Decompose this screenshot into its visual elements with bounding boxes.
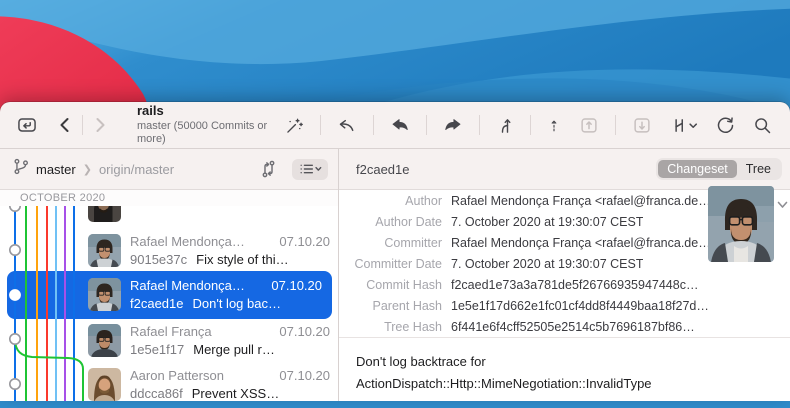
divider bbox=[82, 115, 83, 135]
field-label: Author bbox=[339, 194, 442, 208]
commit-author: Rafael Mendonça… bbox=[130, 277, 245, 295]
field-label: Author Date bbox=[339, 215, 442, 229]
field-label: Parent Hash bbox=[339, 299, 442, 313]
changeset-tab[interactable]: Changeset bbox=[658, 160, 736, 178]
chevron-right-icon: ❯ bbox=[83, 163, 92, 176]
chevron-down-icon[interactable] bbox=[777, 196, 788, 214]
view-options-button[interactable] bbox=[292, 159, 328, 180]
compare-branches-icon[interactable] bbox=[257, 159, 280, 179]
tree-tab[interactable]: Tree bbox=[737, 160, 780, 178]
repo-title: rails bbox=[137, 104, 279, 119]
commit-message: Merge pull r… bbox=[193, 341, 275, 359]
date-section-header: OCTOBER 2020 bbox=[0, 190, 338, 206]
commit-hash: 9015e37c bbox=[130, 251, 187, 269]
commit-hash: ddcca86f bbox=[130, 385, 183, 401]
main-toolbar: rails master (50000 Commits or more) bbox=[0, 102, 790, 148]
commit-hash: 1e5e1f17 bbox=[130, 341, 184, 359]
commit-message: Fix style of thi… bbox=[196, 251, 288, 269]
forward-chevron-icon[interactable] bbox=[87, 113, 113, 137]
commit-hash: f2caed1e bbox=[130, 295, 184, 313]
commit-date: 07.10.20 bbox=[279, 323, 330, 341]
rebase-arrow-icon[interactable] bbox=[541, 113, 567, 138]
repository-icon[interactable] bbox=[12, 112, 42, 138]
stash-up-icon[interactable] bbox=[573, 112, 605, 138]
avatar bbox=[88, 324, 121, 357]
commit-author: Rafael França bbox=[130, 323, 212, 341]
commit-date: 07.10.20 bbox=[279, 367, 330, 385]
repo-subtitle: master (50000 Commits or more) bbox=[137, 120, 279, 145]
commit-message-full: Don't log backtrace for ActionDispatch::… bbox=[339, 338, 790, 408]
merge-branch-icon[interactable] bbox=[490, 113, 520, 138]
commit-metadata: Author Rafael Mendonça França <rafael@fra… bbox=[339, 190, 790, 337]
divider bbox=[426, 115, 427, 135]
commit-author: Aaron Patterson bbox=[130, 367, 224, 385]
avatar bbox=[88, 368, 121, 401]
avatar bbox=[88, 206, 121, 222]
commit-detail-panel: f2caed1e Changeset Tree Author Rafael Men… bbox=[339, 149, 790, 401]
commit-history-panel: master ❯ origin/master OC bbox=[0, 149, 339, 401]
detail-commit-title: f2caed1e bbox=[356, 162, 410, 177]
field-value: f2caed1e73a3a781de5f26766935947448c… bbox=[451, 278, 698, 292]
detail-header: f2caed1e Changeset Tree bbox=[339, 149, 790, 190]
commit-date: 07.10.20 bbox=[279, 233, 330, 251]
commit-row[interactable]: ddfc5449Add missing s… bbox=[0, 206, 338, 228]
screen: { "colors": { "accent_selection": "#1568… bbox=[0, 0, 790, 400]
magic-wand-icon[interactable] bbox=[279, 113, 310, 138]
field-label: Committer bbox=[339, 236, 442, 250]
commit-list: ddfc5449Add missing s… bbox=[0, 206, 338, 401]
git-branch-icon bbox=[12, 157, 30, 181]
chevron-down-icon bbox=[316, 168, 321, 171]
current-branch-label[interactable]: master bbox=[36, 162, 76, 177]
commit-row-selected[interactable]: Rafael Mendonça… 07.10.20 f2caed1e Don't l… bbox=[7, 271, 332, 319]
undo-arrow-icon[interactable] bbox=[331, 113, 363, 138]
chevron-down-icon bbox=[690, 124, 696, 127]
divider bbox=[530, 115, 531, 135]
field-value: 7. October 2020 at 19:30:07 CEST bbox=[451, 257, 643, 271]
pull-arrow-icon[interactable] bbox=[384, 113, 416, 138]
field-value: 1e5e1f17d662e1fc01cf4dd8f4449baa18f27d… bbox=[451, 299, 709, 313]
commit-author: Rafael Mendonça… bbox=[130, 233, 245, 251]
window-title: rails master (50000 Commits or more) bbox=[137, 104, 279, 145]
commit-row[interactable]: Rafael Mendonça… 07.10.20 9015e37c Fix sty… bbox=[0, 229, 338, 273]
branch-bar: master ❯ origin/master bbox=[0, 149, 338, 190]
divider bbox=[373, 115, 374, 135]
commit-date: 07.10.20 bbox=[271, 277, 322, 295]
app-window: rails master (50000 Commits or more) bbox=[0, 102, 790, 400]
field-label: Tree Hash bbox=[339, 320, 442, 334]
diff-options-icon[interactable] bbox=[664, 113, 704, 138]
avatar bbox=[88, 234, 121, 267]
field-value: Rafael Mendonça França <rafael@franca.de… bbox=[451, 194, 711, 208]
changeset-tree-segmented-control: Changeset Tree bbox=[656, 158, 782, 180]
divider bbox=[320, 115, 321, 135]
field-value: Rafael Mendonça França <rafael@franca.de… bbox=[451, 236, 711, 250]
field-value: 6f441e6f4cff52505e2514c5b7696187bf86… bbox=[451, 320, 695, 334]
push-arrow-icon[interactable] bbox=[437, 113, 469, 138]
refresh-icon[interactable] bbox=[710, 113, 741, 138]
field-label: Committer Date bbox=[339, 257, 442, 271]
tracking-branch-label[interactable]: origin/master bbox=[99, 162, 251, 177]
field-value: 7. October 2020 at 19:30:07 CEST bbox=[451, 215, 643, 229]
search-icon[interactable] bbox=[747, 113, 778, 138]
commit-row[interactable]: Rafael França 07.10.20 1e5e1f17 Merge pull… bbox=[0, 319, 338, 363]
content-area: master ❯ origin/master OC bbox=[0, 148, 790, 401]
commit-message: Prevent XSS… bbox=[192, 385, 279, 401]
divider bbox=[615, 115, 616, 135]
avatar bbox=[88, 278, 121, 311]
commit-row[interactable]: Aaron Patterson 07.10.20 ddcca86f Prevent … bbox=[0, 363, 338, 401]
stash-down-icon[interactable] bbox=[626, 112, 658, 138]
field-label: Commit Hash bbox=[339, 278, 442, 292]
divider bbox=[479, 115, 480, 135]
toolbar-actions bbox=[279, 112, 778, 138]
commit-message: Don't log bac… bbox=[193, 295, 281, 313]
author-avatar bbox=[708, 186, 774, 262]
back-chevron-icon[interactable] bbox=[52, 113, 78, 137]
